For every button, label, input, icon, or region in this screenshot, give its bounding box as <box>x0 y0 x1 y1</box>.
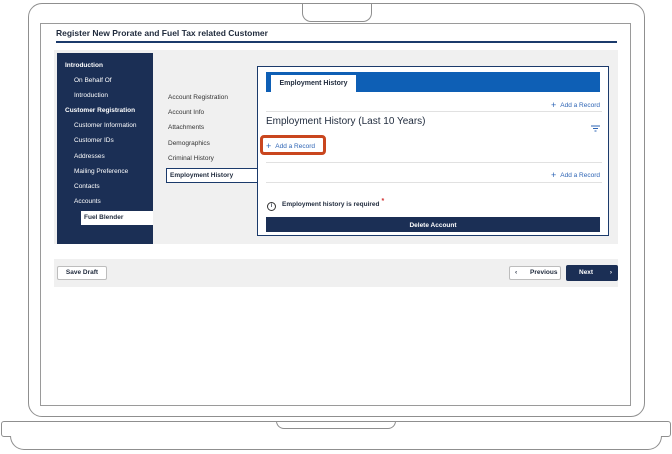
divider <box>266 111 602 112</box>
laptop-base-notch <box>276 421 396 429</box>
nav-item-customer-ids[interactable]: Customer IDs <box>74 137 114 144</box>
page-title: Register New Prorate and Fuel Tax relate… <box>56 28 268 38</box>
previous-button[interactable]: ‹ Previous <box>509 266 561 280</box>
panel-tab-bar: Employment History <box>266 72 600 92</box>
divider <box>266 182 602 183</box>
nav-item-introduction[interactable]: Introduction <box>74 92 108 99</box>
nav-section-introduction[interactable]: Introduction <box>65 62 103 69</box>
bottom-action-bar: Save Draft ‹ Previous Next › <box>54 259 618 287</box>
nav-item-contacts[interactable]: Contacts <box>74 183 100 190</box>
subnav-item-account-registration[interactable]: Account Registration <box>168 94 228 101</box>
subnav-item-attachments[interactable]: Attachments <box>168 124 204 131</box>
previous-label: Previous <box>530 269 558 276</box>
nav-section-customer-registration[interactable]: Customer Registration <box>65 107 135 114</box>
nav-item-customer-information[interactable]: Customer Information <box>74 122 137 129</box>
next-button[interactable]: Next › <box>566 265 618 281</box>
add-record-label: Add a Record <box>560 172 601 179</box>
required-message-text: Employment history is required <box>282 201 380 208</box>
highlight-box <box>260 135 326 155</box>
chevron-left-icon: ‹ <box>515 269 518 276</box>
tab-employment-history[interactable]: Employment History <box>271 75 356 92</box>
add-record-link-top[interactable]: + Add a Record <box>551 100 600 110</box>
nav-item-fuel-blender[interactable]: Fuel Blender <box>81 211 153 225</box>
required-asterisk: * <box>381 198 385 205</box>
info-icon: i <box>267 202 276 211</box>
required-message: i Employment history is required * <box>267 198 384 211</box>
divider <box>266 162 602 163</box>
filter-icon[interactable] <box>591 119 600 137</box>
plus-icon: + <box>551 170 557 180</box>
subnav-item-account-info[interactable]: Account Info <box>168 109 204 116</box>
subnav-item-employment-history[interactable]: Employment History <box>166 168 260 183</box>
section-title: Employment History (Last 10 Years) <box>266 116 426 127</box>
title-underline <box>56 41 617 43</box>
nav-item-mailing-preference[interactable]: Mailing Preference <box>74 168 128 175</box>
next-label: Next <box>579 269 594 276</box>
laptop-camera-notch <box>302 4 372 22</box>
nav-item-accounts[interactable]: Accounts <box>74 198 101 205</box>
save-draft-button[interactable]: Save Draft <box>57 266 107 280</box>
nav-item-on-behalf-of[interactable]: On Behalf Of <box>74 77 112 84</box>
laptop-foot <box>10 436 662 450</box>
add-record-link-bottom[interactable]: + Add a Record <box>551 170 600 180</box>
chevron-right-icon: › <box>609 269 612 276</box>
delete-account-button[interactable]: Delete Account <box>266 217 600 232</box>
plus-icon: + <box>551 100 557 110</box>
content-area: Introduction On Behalf Of Introduction C… <box>54 50 618 244</box>
employment-history-panel: Employment History + Add a Record Employm… <box>257 66 609 236</box>
left-navigation: Introduction On Behalf Of Introduction C… <box>57 53 153 244</box>
subnav-item-criminal-history[interactable]: Criminal History <box>168 155 214 162</box>
subnav-item-demographics[interactable]: Demographics <box>168 140 210 147</box>
nav-item-addresses[interactable]: Addresses <box>74 153 105 160</box>
app-screen: Register New Prorate and Fuel Tax relate… <box>40 23 631 406</box>
add-record-label: Add a Record <box>560 102 601 109</box>
